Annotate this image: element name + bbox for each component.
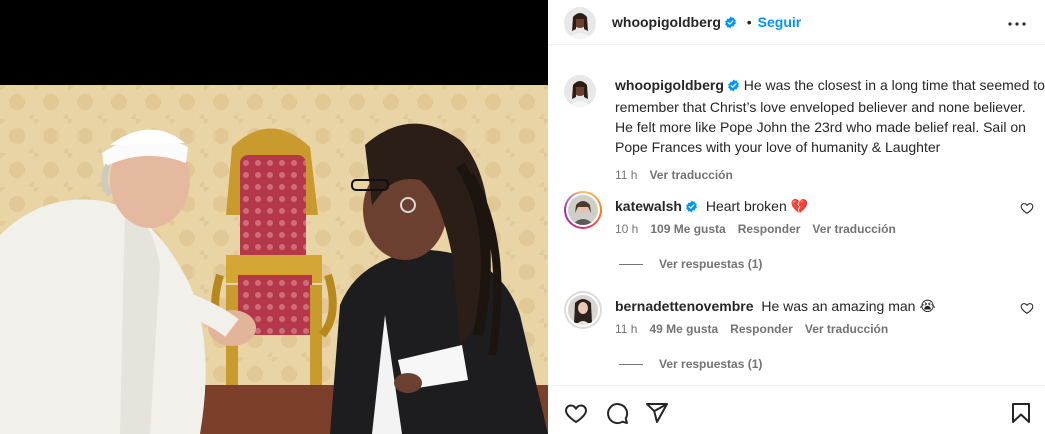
comment-emoji: 💔	[790, 198, 809, 214]
view-replies-label: Ver respuestas (1)	[659, 257, 763, 271]
post-header: whoopigoldberg • Seguir	[548, 0, 1045, 45]
author-avatar[interactable]	[564, 7, 596, 39]
comment-text: Heart broken	[705, 198, 787, 214]
follow-button[interactable]: Seguir	[758, 14, 802, 30]
view-replies-label: Ver respuestas (1)	[659, 357, 763, 371]
reply-button[interactable]: Responder	[730, 322, 793, 336]
comment-item: katewalsh Heart broken 💔 10 h 109 Me gust…	[564, 191, 1034, 281]
comment-like-heart-icon[interactable]	[1020, 201, 1034, 215]
verified-badge-icon	[727, 77, 740, 97]
caption-author-avatar[interactable]	[564, 75, 596, 107]
comment-translate-link[interactable]: Ver traducción	[812, 222, 895, 236]
commenter-avatar[interactable]	[564, 291, 602, 329]
comment-time: 11 h	[615, 322, 638, 336]
heart-icon[interactable]	[564, 401, 588, 425]
comment-meta: 11 h 49 Me gusta Responder Ver traducción	[615, 322, 900, 336]
comment-meta: 10 h 109 Me gusta Responder Ver traducción	[615, 222, 908, 236]
comment-item: bernadettenovembre He was an amazing man…	[564, 291, 1034, 375]
comment-emoji: 😭	[919, 298, 936, 314]
separator-dot: •	[746, 14, 752, 30]
caption-username[interactable]: whoopigoldberg	[615, 77, 724, 93]
comment-like-heart-icon[interactable]	[1020, 301, 1034, 315]
caption-translate-link[interactable]: Ver traducción	[649, 168, 732, 182]
reply-button[interactable]: Responder	[738, 222, 801, 236]
view-replies-button[interactable]: Ver respuestas (1)	[619, 257, 762, 271]
post-media[interactable]	[0, 0, 548, 434]
caption-meta: 11 h Ver traducción	[615, 165, 1045, 185]
commenter-username[interactable]: bernadettenovembre	[615, 298, 753, 314]
comment-text-line: bernadettenovembre He was an amazing man…	[615, 297, 936, 315]
comment-text-line: katewalsh Heart broken 💔	[615, 197, 808, 217]
post-actions-bar	[548, 385, 1045, 434]
more-options-icon[interactable]	[1005, 12, 1029, 36]
comment-translate-link[interactable]: Ver traducción	[805, 322, 888, 336]
verified-badge-icon	[685, 199, 698, 217]
comment-text: He was an amazing man	[761, 298, 916, 314]
comment-icon[interactable]	[605, 401, 629, 425]
post-photo	[0, 85, 548, 434]
post-panel: whoopigoldberg • Seguir whoopigoldberg He…	[548, 0, 1045, 434]
caption-time: 11 h	[615, 168, 638, 182]
comment-likes[interactable]: 49 Me gusta	[649, 322, 718, 336]
comment-time: 10 h	[615, 222, 639, 236]
commenter-avatar[interactable]	[564, 191, 602, 229]
share-icon[interactable]	[645, 401, 669, 425]
replies-divider	[619, 364, 643, 366]
comment-likes[interactable]: 109 Me gusta	[650, 222, 725, 236]
commenter-username[interactable]: katewalsh	[615, 198, 682, 214]
author-username[interactable]: whoopigoldberg	[612, 14, 721, 30]
verified-badge-icon	[724, 16, 737, 32]
caption-body: whoopigoldberg He was the closest in a l…	[615, 75, 1045, 185]
bookmark-icon[interactable]	[1009, 401, 1033, 425]
view-replies-button[interactable]: Ver respuestas (1)	[619, 357, 762, 371]
replies-divider	[619, 264, 643, 266]
